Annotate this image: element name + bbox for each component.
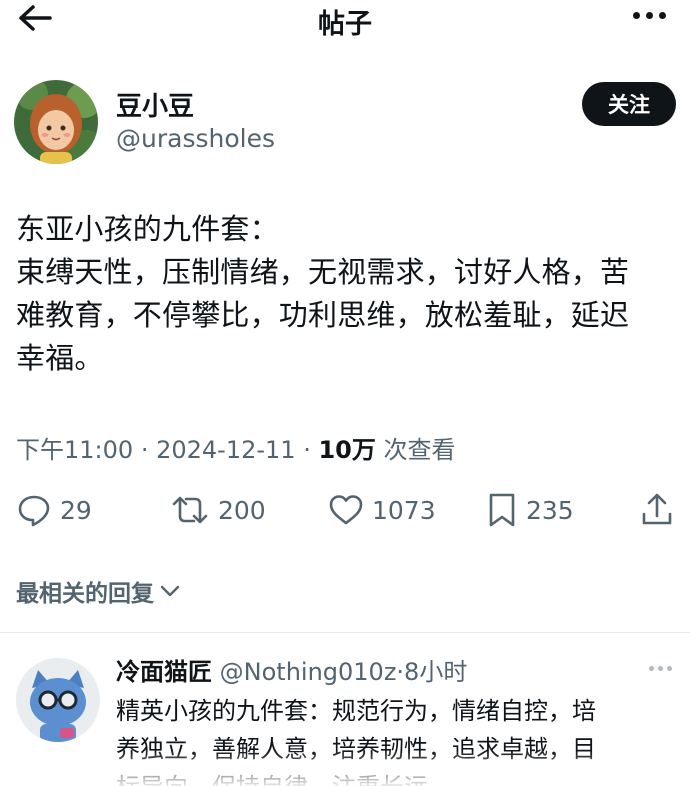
reply-avatar-image [16,658,100,742]
replies-sort-label: 最相关的回复 [16,581,154,607]
separator-dot: · [140,436,157,464]
more-horizontal-icon [649,666,654,671]
repost-icon [172,496,208,524]
reply-more-button[interactable] [649,666,672,671]
author-handle[interactable]: @urassholes [116,124,275,153]
more-button[interactable] [633,12,666,19]
reply-header: 冷面猫匠 @Nothing010z·8小时 [116,652,467,687]
page-title: 帖子 [318,9,372,40]
share-icon [642,493,672,525]
like-count: 1073 [372,495,436,525]
chevron-down-icon [160,585,180,597]
post-date[interactable]: 2024-12-11 [156,436,295,464]
reply-count: 29 [60,495,92,525]
reply-display-name[interactable]: 冷面猫匠 [116,658,212,686]
post-author: 豆小豆 @urassholes 关注 [14,76,676,166]
views-count: 10万 [318,436,376,464]
divider [0,632,690,633]
reply-icon [18,495,50,527]
post-meta: 下午11:00 · 2024-12-11 · 10万 次查看 [16,430,456,465]
post-time[interactable]: 下午11:00 [16,436,133,464]
replies-sort-toggle[interactable]: 最相关的回复 [16,574,180,608]
more-horizontal-icon [633,12,640,19]
bookmark-icon [489,493,515,527]
post-text: 东亚小孩的九件套： 束缚天性，压制情绪，无视需求，讨好人格，苦 难教育，不停攀比… [16,212,630,375]
follow-button[interactable]: 关注 [582,82,676,126]
views-label: 次查看 [383,436,456,464]
share-button[interactable] [640,492,674,528]
separator-dot: · [303,436,319,464]
reply-avatar[interactable] [16,658,100,742]
repost-count: 200 [218,495,266,525]
author-display-name[interactable]: 豆小豆 [116,86,194,123]
bookmark-count: 235 [526,495,574,525]
like-button[interactable]: 1073 [328,492,436,528]
author-avatar-image [14,80,98,164]
avatar[interactable] [14,80,98,164]
bottom-fade [0,750,690,786]
reply-time: ·8小时 [396,658,468,686]
reply-button[interactable]: 29 [16,492,92,528]
bookmark-button[interactable]: 235 [486,492,574,528]
reply-item[interactable]: 冷面猫匠 @Nothing010z·8小时 精英小孩的九件套：规范行为，情绪自控… [0,634,690,786]
heart-icon [329,495,363,525]
action-bar: 29 200 1073 235 [0,492,690,536]
repost-button[interactable]: 200 [170,492,266,528]
top-bar: 帖子 [0,0,690,40]
reply-handle[interactable]: @Nothing010z [220,658,397,686]
